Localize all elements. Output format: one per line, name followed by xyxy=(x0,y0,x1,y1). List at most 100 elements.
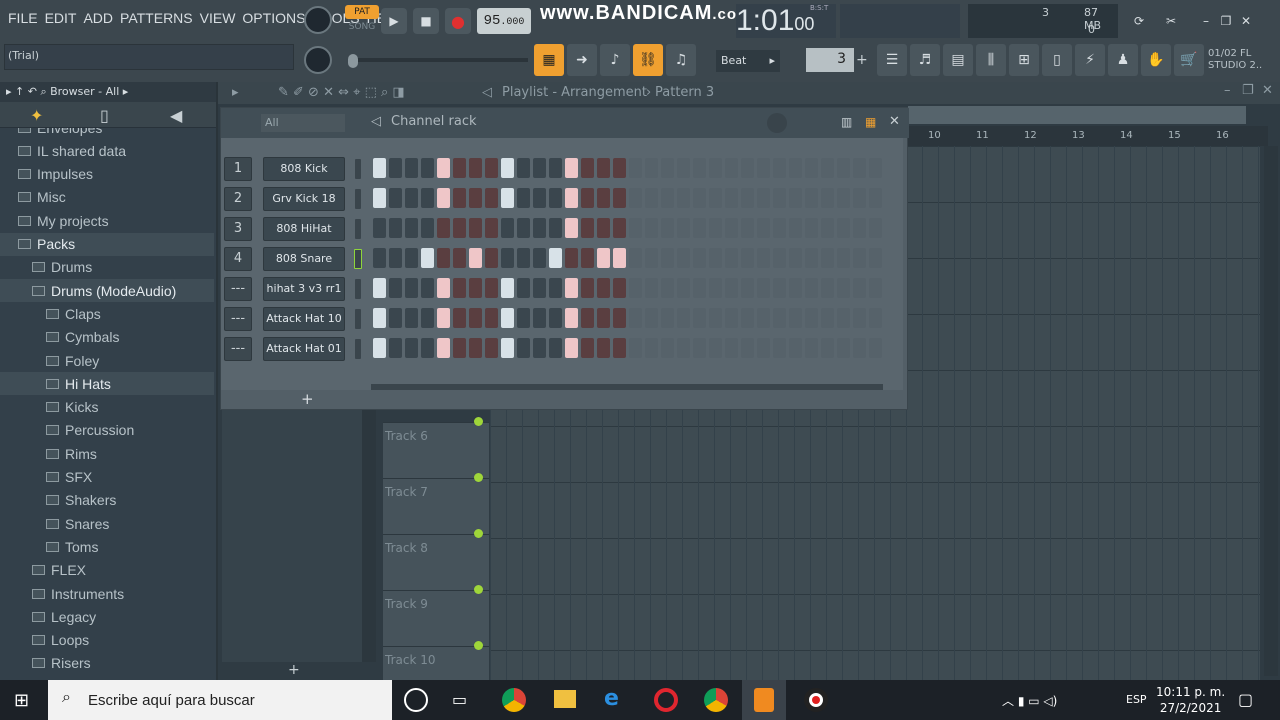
step-button[interactable] xyxy=(869,218,882,238)
step-button[interactable] xyxy=(389,218,402,238)
step-button[interactable] xyxy=(709,308,722,328)
step-button[interactable] xyxy=(725,158,738,178)
step-button[interactable] xyxy=(805,278,818,298)
step-button[interactable] xyxy=(709,218,722,238)
add-channel-button[interactable]: + xyxy=(301,390,314,408)
step-button[interactable] xyxy=(821,308,834,328)
step-button[interactable] xyxy=(437,338,450,358)
step-button[interactable] xyxy=(837,188,850,208)
browser-item[interactable]: Loops xyxy=(0,629,214,652)
step-button[interactable] xyxy=(469,158,482,178)
step-button[interactable] xyxy=(549,188,562,208)
step-button[interactable] xyxy=(741,188,754,208)
step-button[interactable] xyxy=(853,278,866,298)
step-button[interactable] xyxy=(645,338,658,358)
add-track-button[interactable]: + xyxy=(288,662,300,678)
step-button[interactable] xyxy=(437,158,450,178)
track-enable-led[interactable] xyxy=(474,585,483,594)
step-button[interactable] xyxy=(421,308,434,328)
step-button[interactable] xyxy=(533,248,546,268)
step-button[interactable] xyxy=(517,248,530,268)
stop-button[interactable]: ■ xyxy=(413,8,439,34)
step-button[interactable] xyxy=(757,338,770,358)
step-button[interactable] xyxy=(597,338,610,358)
step-button[interactable] xyxy=(645,278,658,298)
step-button[interactable] xyxy=(789,158,802,178)
channel-name-button[interactable]: Attack Hat 10 xyxy=(263,307,345,331)
play-arrow-icon[interactable]: ▸ xyxy=(232,85,239,100)
step-button[interactable] xyxy=(581,308,594,328)
browser-item[interactable]: Impulses xyxy=(0,163,214,186)
step-button[interactable] xyxy=(869,278,882,298)
step-button[interactable] xyxy=(565,218,578,238)
step-button[interactable] xyxy=(789,308,802,328)
position-slider-handle[interactable] xyxy=(348,54,358,68)
step-button[interactable] xyxy=(773,278,786,298)
track-enable-led[interactable] xyxy=(474,529,483,538)
minimize-button[interactable]: – xyxy=(1196,8,1216,34)
pat-mode[interactable]: PAT xyxy=(345,5,379,19)
arrow-right-icon[interactable]: ➜ xyxy=(567,44,597,76)
step-button[interactable] xyxy=(677,308,690,328)
step-button[interactable] xyxy=(421,218,434,238)
step-button[interactable] xyxy=(549,248,562,268)
step-button[interactable] xyxy=(565,278,578,298)
step-button[interactable] xyxy=(661,218,674,238)
step-scrollbar[interactable] xyxy=(371,384,883,390)
step-button[interactable] xyxy=(789,248,802,268)
metronome-icon[interactable]: ♫ xyxy=(666,44,696,76)
pat-song-toggle[interactable]: PAT SONG xyxy=(345,5,379,35)
browser-item[interactable]: FLEX xyxy=(0,559,214,582)
step-button[interactable] xyxy=(549,338,562,358)
tempo-icon[interactable]: ♟ xyxy=(1108,44,1138,76)
step-button[interactable] xyxy=(757,188,770,208)
edge-icon[interactable]: e xyxy=(604,686,619,711)
step-button[interactable] xyxy=(501,248,514,268)
track-header[interactable]: Track 8 xyxy=(383,529,489,590)
browser-item[interactable]: IL shared data xyxy=(0,139,214,162)
step-button[interactable] xyxy=(453,308,466,328)
step-button[interactable] xyxy=(805,218,818,238)
step-button[interactable] xyxy=(453,278,466,298)
step-button[interactable] xyxy=(661,338,674,358)
step-button[interactable] xyxy=(469,218,482,238)
channel-mixer-track[interactable]: --- xyxy=(224,337,252,361)
step-button[interactable] xyxy=(805,158,818,178)
file-icon[interactable]: ▯ xyxy=(1042,44,1072,76)
browser-item[interactable]: My projects xyxy=(0,209,214,232)
channel-name-button[interactable]: 808 Snare xyxy=(263,247,345,271)
vertical-scrollbar[interactable] xyxy=(1264,146,1278,676)
step-button[interactable] xyxy=(773,158,786,178)
step-button[interactable] xyxy=(837,338,850,358)
menu-view[interactable]: VIEW xyxy=(200,10,236,26)
step-button[interactable] xyxy=(437,278,450,298)
step-button[interactable] xyxy=(501,338,514,358)
opera-icon[interactable] xyxy=(654,688,678,712)
step-button[interactable] xyxy=(469,338,482,358)
step-button[interactable] xyxy=(405,278,418,298)
pattern-selector[interactable]: 3 xyxy=(806,48,854,72)
step-button[interactable] xyxy=(389,338,402,358)
browser-item[interactable]: Kicks xyxy=(0,396,214,419)
step-button[interactable] xyxy=(725,278,738,298)
step-button[interactable] xyxy=(693,278,706,298)
group-filter[interactable]: All xyxy=(261,114,345,132)
step-button[interactable] xyxy=(373,308,386,328)
step-button[interactable] xyxy=(789,278,802,298)
step-button[interactable] xyxy=(373,338,386,358)
step-button[interactable] xyxy=(613,248,626,268)
step-button[interactable] xyxy=(469,308,482,328)
step-button[interactable] xyxy=(741,158,754,178)
step-button[interactable] xyxy=(677,218,690,238)
step-button[interactable] xyxy=(629,308,642,328)
chrome-icon[interactable] xyxy=(502,688,526,712)
step-button[interactable] xyxy=(501,218,514,238)
track-header[interactable]: Track 6 xyxy=(383,417,489,478)
step-button[interactable] xyxy=(837,158,850,178)
maximize-button[interactable]: ❐ xyxy=(1216,8,1236,34)
browser-item[interactable]: Envelopes xyxy=(0,128,214,139)
menu-file[interactable]: FILE xyxy=(8,10,38,26)
step-button[interactable] xyxy=(533,158,546,178)
step-button[interactable] xyxy=(677,158,690,178)
playlist-icon[interactable]: ☰ xyxy=(877,44,907,76)
